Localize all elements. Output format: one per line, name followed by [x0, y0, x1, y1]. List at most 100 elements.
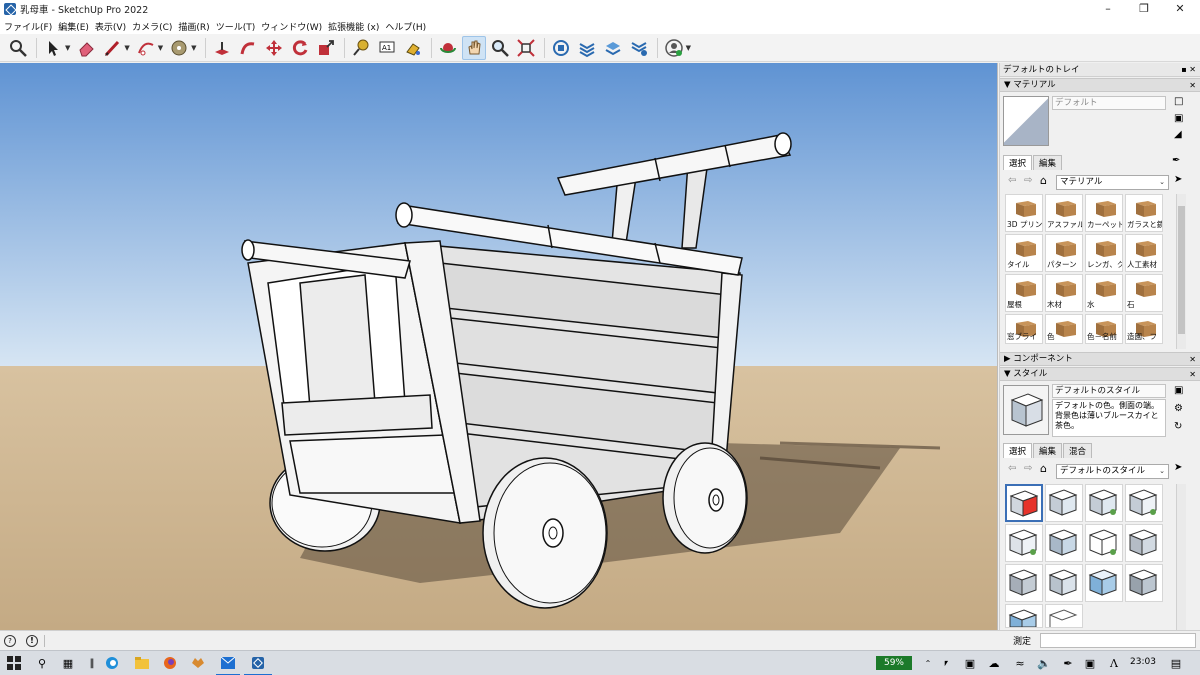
baby-carriage-model[interactable]: [0, 63, 998, 630]
battery-status[interactable]: 59%: [876, 656, 912, 670]
material-item[interactable]: 石: [1125, 274, 1163, 312]
style-item[interactable]: [1125, 484, 1163, 522]
style-item[interactable]: [1085, 484, 1123, 522]
menu-tools[interactable]: ツール(T): [216, 20, 262, 33]
create-style-icon[interactable]: ▣: [1174, 385, 1183, 396]
layout-icon[interactable]: [601, 36, 625, 60]
menu-extensions[interactable]: 拡張機能 (x): [328, 20, 385, 33]
paint-bucket-icon[interactable]: [167, 36, 191, 60]
style-library-dropdown[interactable]: デフォルトのスタイル ⌄: [1056, 464, 1169, 479]
style-item[interactable]: [1045, 524, 1083, 562]
pin-icon[interactable]: ▪ ✕: [1181, 63, 1196, 77]
material-item[interactable]: 3D プリント: [1005, 194, 1043, 232]
measurements-input[interactable]: [1040, 633, 1196, 648]
material-item[interactable]: アスファル: [1045, 194, 1083, 232]
style-item[interactable]: [1005, 604, 1043, 628]
orbit-icon[interactable]: [436, 36, 460, 60]
zoom-extents-icon[interactable]: [514, 36, 538, 60]
text-icon[interactable]: A1: [375, 36, 399, 60]
paint-material-icon[interactable]: ◢: [1174, 129, 1182, 140]
display-icon[interactable]: ▣: [1082, 655, 1098, 671]
close-icon[interactable]: ✕: [1189, 368, 1196, 381]
ime-mode-icon[interactable]: Λ: [1106, 655, 1122, 671]
tab-materials-edit[interactable]: 編集: [1033, 155, 1063, 170]
close-icon[interactable]: ✕: [1189, 79, 1196, 92]
material-item[interactable]: 木材: [1045, 274, 1083, 312]
info-icon[interactable]: !: [26, 635, 38, 647]
sketchup-taskbar-icon[interactable]: [250, 655, 266, 671]
wifi-icon[interactable]: ≈: [1012, 655, 1028, 671]
keyboard-icon[interactable]: ⎖: [938, 655, 954, 671]
update-style-icon[interactable]: ⚙: [1174, 403, 1183, 414]
style-description[interactable]: デフォルトの色。側面の端。背景色は薄いブルースカイと茶色。: [1052, 399, 1166, 437]
home-icon[interactable]: ⌂: [1040, 462, 1047, 475]
model-viewport[interactable]: [0, 63, 998, 630]
maximize-button[interactable]: ❐: [1126, 0, 1162, 18]
style-item[interactable]: [1125, 524, 1163, 562]
eraser-icon[interactable]: [74, 36, 98, 60]
create-material-icon[interactable]: ▣: [1174, 113, 1183, 124]
menu-view[interactable]: 表示(V): [95, 20, 132, 33]
windows-start-icon[interactable]: [6, 655, 22, 671]
tab-styles-mix[interactable]: 混合: [1063, 443, 1093, 458]
menu-window[interactable]: ウィンドウ(W): [261, 20, 328, 33]
styles-panel-header[interactable]: ▼ スタイル ✕: [1000, 367, 1200, 381]
tab-styles-select[interactable]: 選択: [1003, 443, 1033, 458]
style-item[interactable]: [1045, 484, 1083, 522]
menu-file[interactable]: ファイル(F): [4, 20, 58, 33]
menu-edit[interactable]: 編集(E): [58, 20, 95, 33]
line-icon[interactable]: [100, 36, 124, 60]
style-item[interactable]: [1045, 564, 1083, 602]
menu-camera[interactable]: カメラ(C): [132, 20, 178, 33]
tab-styles-edit[interactable]: 編集: [1033, 443, 1063, 458]
extension-warehouse-icon[interactable]: [575, 36, 599, 60]
chevron-down-icon[interactable]: ▼: [158, 44, 163, 52]
styles-scrollbar[interactable]: [1176, 484, 1186, 630]
style-item[interactable]: [1085, 524, 1123, 562]
material-item[interactable]: 造園、フ: [1125, 314, 1163, 344]
material-name-field[interactable]: デフォルト: [1052, 96, 1166, 110]
tab-materials-select[interactable]: 選択: [1003, 155, 1033, 170]
style-item[interactable]: [1045, 604, 1083, 628]
chevron-down-icon[interactable]: ▼: [191, 44, 196, 52]
volume-icon[interactable]: 🔈: [1036, 655, 1052, 671]
app-icon[interactable]: [190, 655, 206, 671]
system-clock[interactable]: 23:03: [1130, 657, 1156, 667]
material-item[interactable]: 窓ブライ: [1005, 314, 1043, 344]
materials-scroll-thumb[interactable]: [1178, 206, 1185, 334]
firefox-icon[interactable]: [162, 655, 178, 671]
chevron-down-icon[interactable]: ▼: [686, 44, 691, 52]
material-item[interactable]: 人工素材: [1125, 234, 1163, 272]
phone-link-icon[interactable]: ▣: [962, 655, 978, 671]
material-item[interactable]: レンガ、ク: [1085, 234, 1123, 272]
close-icon[interactable]: ✕: [1189, 353, 1196, 366]
material-item[interactable]: ガラスと鏡: [1125, 194, 1163, 232]
edge-browser-icon[interactable]: [104, 655, 120, 671]
default-material-icon[interactable]: □: [1174, 96, 1183, 107]
style-item[interactable]: [1005, 524, 1043, 562]
back-arrow-icon[interactable]: ⇦: [1008, 175, 1016, 186]
materials-panel-header[interactable]: ▼ マテリアル ✕: [1000, 78, 1200, 92]
task-view-icon[interactable]: ▦: [60, 655, 76, 671]
material-item[interactable]: 色－名前: [1085, 314, 1123, 344]
pan-icon[interactable]: [461, 35, 486, 60]
menu-help[interactable]: ヘルプ(H): [385, 20, 432, 33]
zoom-icon[interactable]: [488, 36, 512, 60]
style-item[interactable]: [1005, 564, 1043, 602]
style-item[interactable]: [1085, 564, 1123, 602]
push-pull-icon[interactable]: [210, 36, 234, 60]
geolocation-icon[interactable]: ?: [4, 635, 16, 647]
material-item[interactable]: タイル: [1005, 234, 1043, 272]
material-item[interactable]: カーペット: [1085, 194, 1123, 232]
style-name-field[interactable]: デフォルトのスタイル: [1052, 384, 1166, 398]
account-icon[interactable]: [662, 36, 686, 60]
material-item[interactable]: パターン: [1045, 234, 1083, 272]
forward-arrow-icon[interactable]: ⇨: [1024, 463, 1032, 474]
details-arrow-icon[interactable]: ➤: [1174, 174, 1182, 185]
materials-scrollbar[interactable]: [1176, 194, 1186, 349]
scale-icon[interactable]: [314, 36, 338, 60]
arc-icon[interactable]: [134, 36, 158, 60]
back-arrow-icon[interactable]: ⇦: [1008, 463, 1016, 474]
zoom-window-icon[interactable]: [6, 36, 30, 60]
tape-measure-icon[interactable]: [349, 36, 373, 60]
